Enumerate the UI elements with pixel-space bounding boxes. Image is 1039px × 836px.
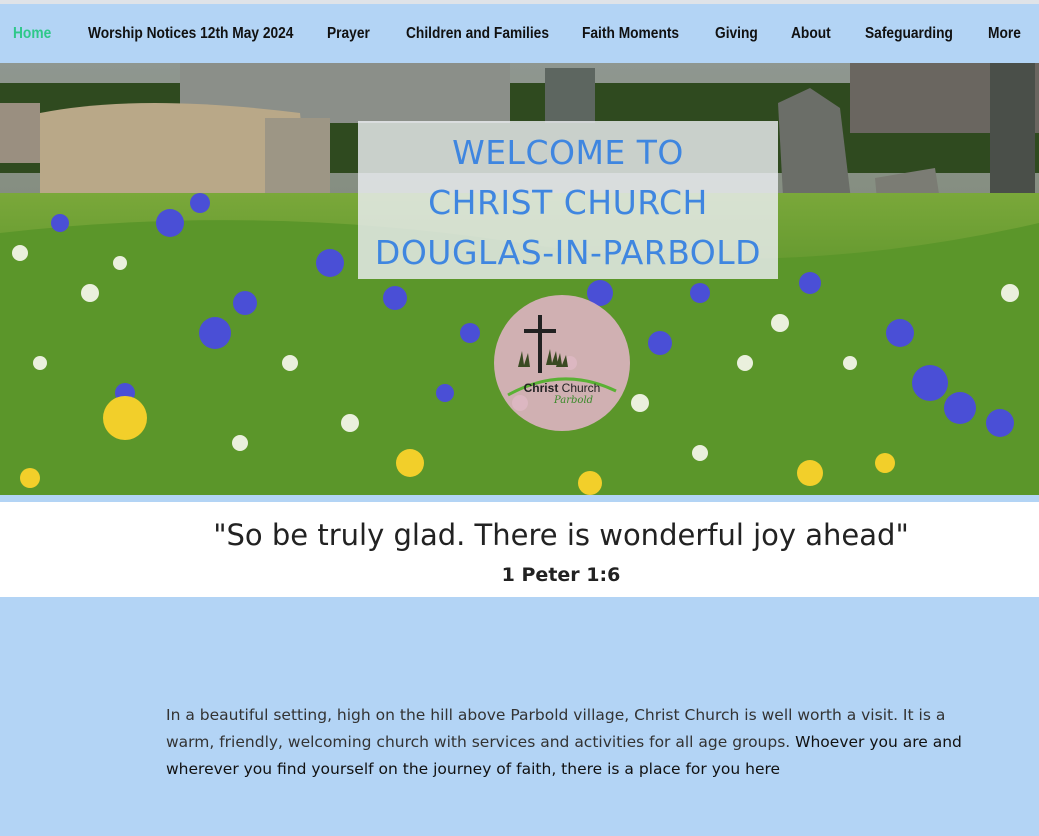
nav-item-worship-notices[interactable]: Worship Notices 12th May 2024 (88, 4, 293, 63)
welcome-box: WELCOME TO CHRIST CHURCH DOUGLAS-IN-PARB… (358, 121, 778, 279)
nav-item-prayer[interactable]: Prayer (327, 4, 370, 63)
welcome-line-1: WELCOME TO (452, 133, 684, 172)
scripture-quote: "So be truly glad. There is wonderful jo… (213, 518, 909, 552)
divider-strip (0, 495, 1039, 502)
welcome-line-2: CHRIST CHURCH (428, 183, 708, 222)
intro-paragraph: In a beautiful setting, high on the hill… (166, 702, 966, 783)
scripture-reference: 1 Peter 1:6 (501, 564, 621, 586)
cross-icon (507, 315, 617, 397)
nav-item-giving[interactable]: Giving (715, 4, 758, 63)
nav-item-more[interactable]: More (988, 4, 1021, 63)
welcome-line-3: DOUGLAS-IN-PARBOLD (374, 233, 762, 272)
nav-item-children-and-families[interactable]: Children and Families (406, 4, 549, 63)
logo-church-name: Christ Church (523, 381, 601, 395)
logo-place-name: Parbold (554, 395, 594, 406)
main-navigation: Home Worship Notices 12th May 2024 Praye… (0, 4, 1039, 63)
nav-item-home[interactable]: Home (13, 4, 51, 63)
nav-item-about[interactable]: About (791, 4, 831, 63)
nav-item-faith-moments[interactable]: Faith Moments (582, 4, 679, 63)
church-logo: Christ Church Parbold (494, 295, 630, 431)
hero-banner: WELCOME TO CHRIST CHURCH DOUGLAS-IN-PARB… (0, 63, 1039, 495)
scripture-quote-section: "So be truly glad. There is wonderful jo… (0, 502, 1039, 597)
nav-item-safeguarding[interactable]: Safeguarding (865, 4, 953, 63)
